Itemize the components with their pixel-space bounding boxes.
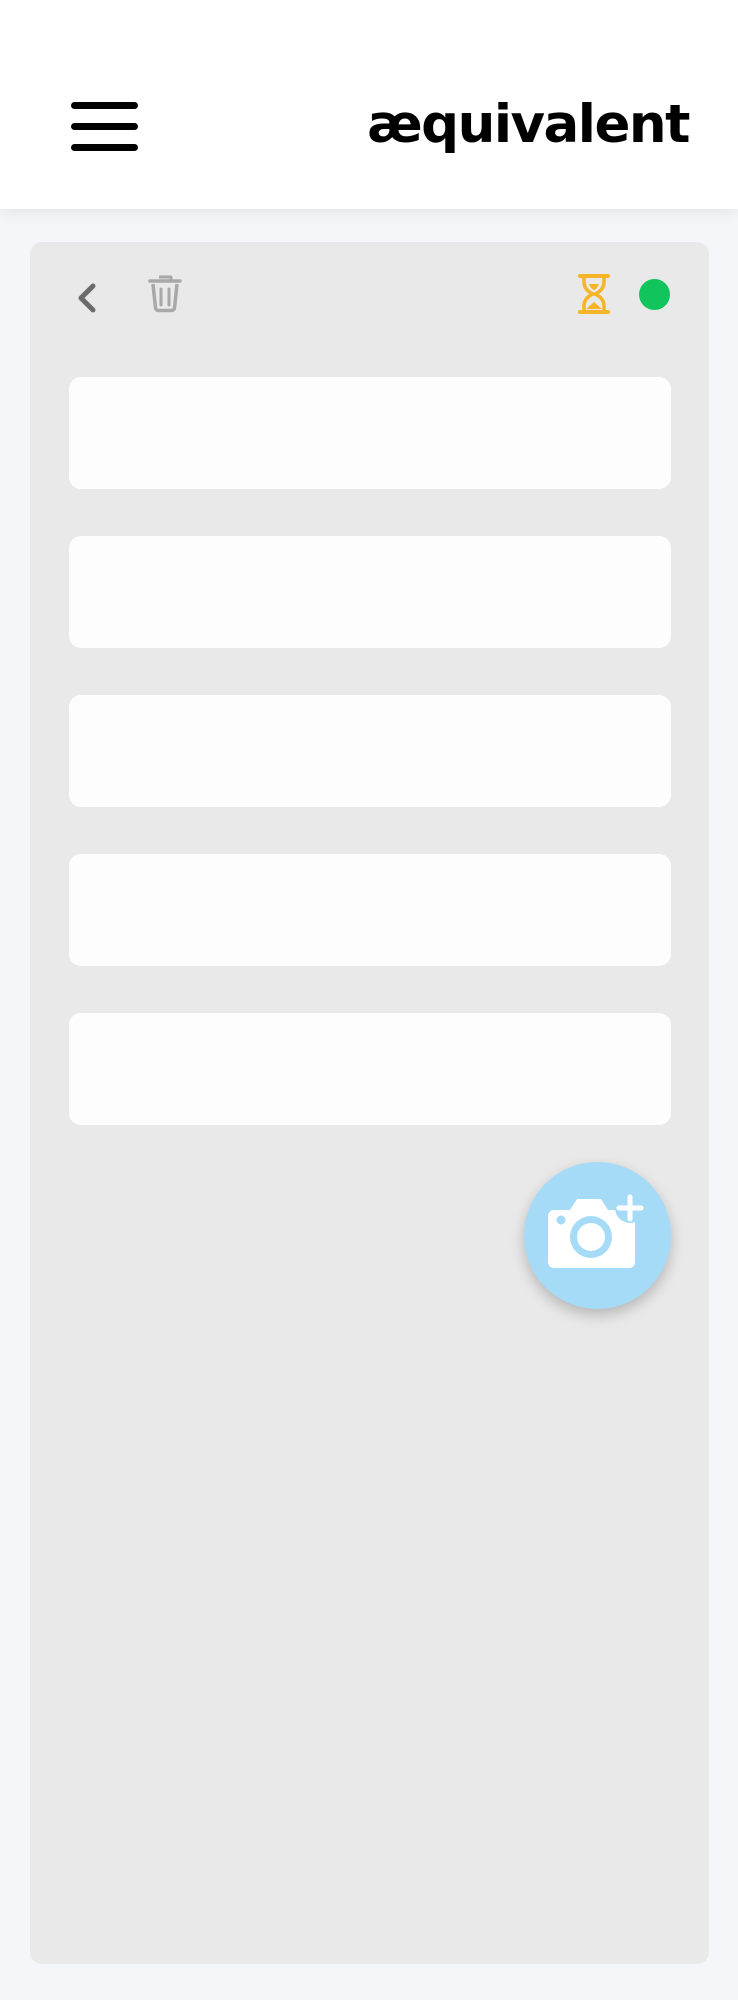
trash-icon [148,275,182,313]
hourglass-icon [578,274,610,314]
delete-button[interactable] [140,269,190,319]
camera-plus-icon [548,1193,645,1268]
menu-button[interactable] [60,90,150,164]
entry-field-1[interactable] [69,377,671,489]
entry-field-3[interactable] [69,695,671,807]
chevron-left-icon [78,283,96,313]
entry-panel [30,242,709,1964]
field-list [69,377,671,1172]
add-photo-button[interactable] [524,1162,671,1309]
entry-field-4[interactable] [69,854,671,966]
entry-field-5[interactable] [69,1013,671,1125]
back-button[interactable] [64,274,112,322]
app-header: æquivalent [0,0,738,209]
hamburger-line [71,123,138,130]
timer-indicator [572,272,616,316]
hamburger-line [71,144,138,151]
status-dot [639,279,670,310]
brand-logo: æquivalent [367,94,690,155]
entry-field-2[interactable] [69,536,671,648]
hamburger-line [71,102,138,109]
